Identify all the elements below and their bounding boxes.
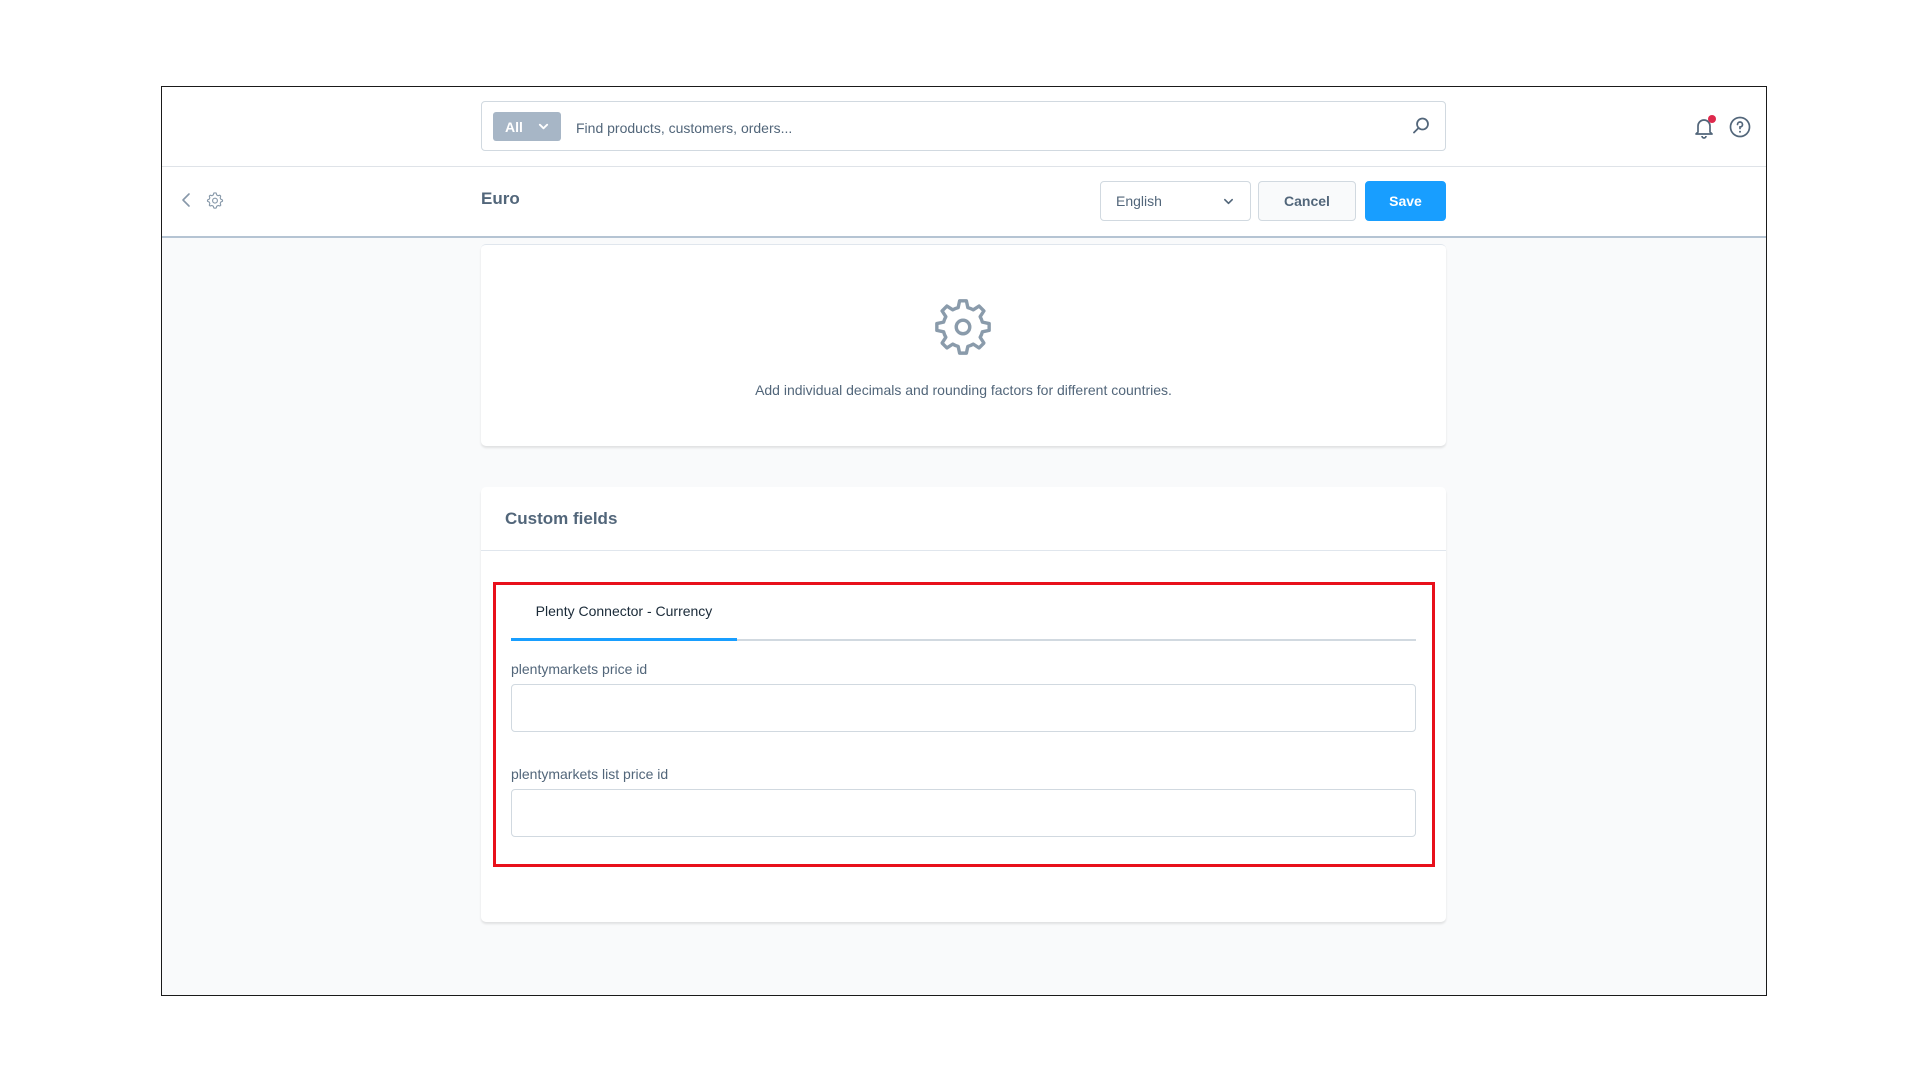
list-price-id-label: plentymarkets list price id [511, 766, 669, 782]
help-icon[interactable] [1728, 115, 1752, 139]
language-select-value: English [1116, 193, 1162, 209]
chevron-down-icon [1224, 198, 1233, 205]
custom-fields-header: Custom fields [481, 487, 1446, 551]
smart-bar: Euro English Cancel Save [162, 167, 1766, 238]
custom-fields-tabs: Plenty Connector - Currency [511, 583, 1416, 641]
search-input[interactable] [574, 112, 1398, 143]
cancel-button[interactable]: Cancel [1258, 181, 1356, 221]
search-type-dropdown[interactable]: All [493, 112, 561, 141]
tab-plenty-connector-currency[interactable]: Plenty Connector - Currency [511, 583, 737, 641]
price-id-label: plentymarkets price id [511, 661, 648, 677]
chevron-down-icon [538, 123, 549, 130]
notification-badge [1708, 115, 1716, 123]
gear-icon [206, 192, 224, 209]
rounding-empty-state-card: Add individual decimals and rounding fac… [481, 244, 1446, 446]
custom-fields-title: Custom fields [505, 509, 618, 528]
chevron-left-icon[interactable] [178, 191, 196, 209]
price-id-input[interactable] [511, 684, 1416, 732]
page-title: Euro [481, 189, 520, 208]
app-window: All Find products, customers, orders... … [161, 86, 1767, 996]
gear-icon [935, 299, 991, 355]
empty-state-text: Add individual decimals and rounding fac… [755, 382, 1172, 398]
global-search: All [481, 101, 1446, 151]
search-icon[interactable] [1411, 116, 1431, 136]
save-button[interactable]: Save [1365, 181, 1446, 221]
top-bar: All [162, 87, 1766, 167]
language-select[interactable]: English [1100, 181, 1251, 221]
custom-fields-card: Custom fields Plenty Connector - Currenc… [481, 487, 1446, 922]
search-type-label: All [505, 118, 523, 135]
list-price-id-input[interactable] [511, 789, 1416, 837]
